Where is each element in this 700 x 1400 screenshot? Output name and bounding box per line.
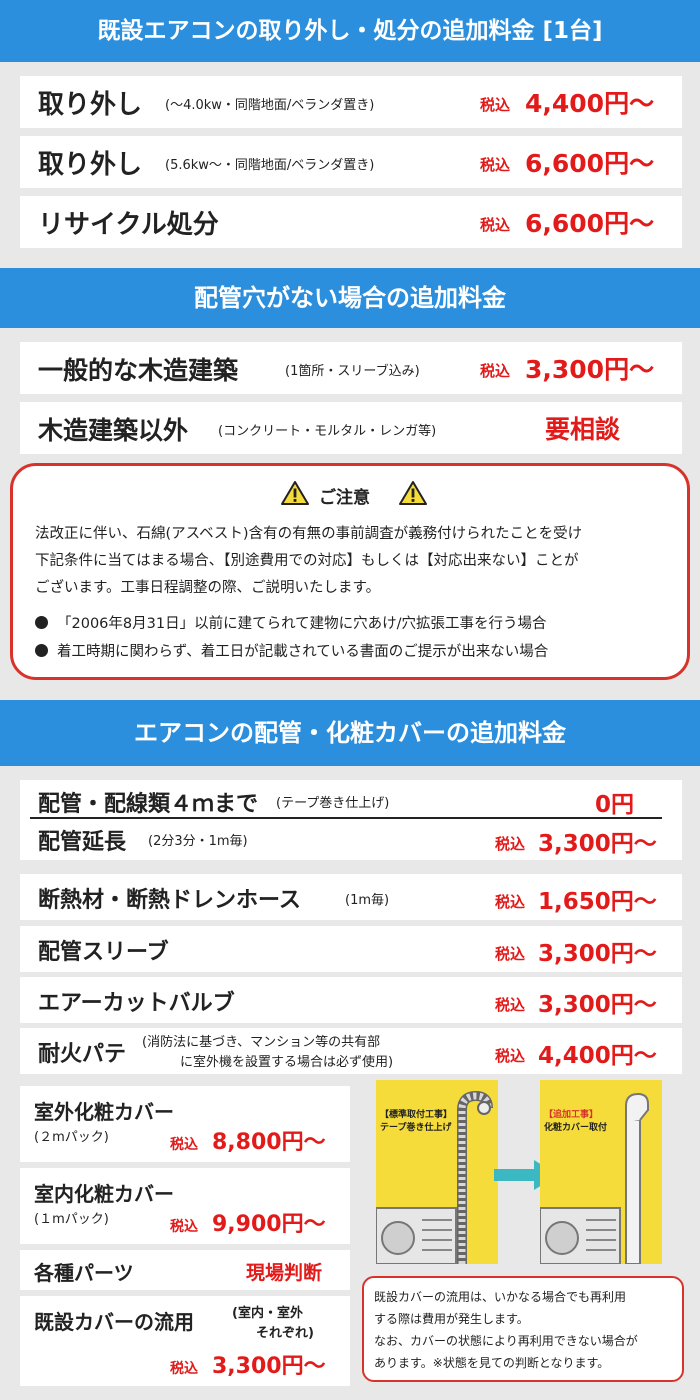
tax-label: 税込: [495, 893, 526, 911]
row-sub: (室内・室外: [232, 1306, 303, 1321]
row-sub: (5.6kw〜・同階地面/ベランダ置き): [165, 158, 375, 173]
tax-label: 税込: [170, 1361, 198, 1377]
insulation-row: 断熱材・断熱ドレンホース (1m毎) 税込 1,650円〜: [20, 874, 682, 920]
section2-title: 配管穴がない場合の追加料金: [194, 284, 506, 312]
consult-label: 要相談: [545, 415, 621, 444]
price: 4,400円〜: [538, 1043, 657, 1069]
parts-row: 各種パーツ 現場判断: [20, 1250, 350, 1290]
row-sub: それぞれ): [256, 1326, 314, 1341]
recycle-row: リサイクル処分 税込 6,600円〜: [20, 196, 682, 248]
notice-box: ご注意 法改正に伴い、石綿(アスベスト)含有の有無の事前調査が義務付けられたこと…: [10, 463, 690, 680]
row-sub: (1箇所・スリーブ込み): [285, 364, 420, 379]
section3-title: エアコンの配管・化粧カバーの追加料金: [134, 719, 566, 747]
note-line: する際は費用が発生します。: [374, 1312, 529, 1326]
row-label: 配管延長: [38, 830, 127, 855]
warning-icon: [399, 481, 427, 505]
row-label: リサイクル処分: [38, 210, 219, 240]
tax-label: 税込: [495, 1047, 526, 1065]
price: 3,300円〜: [525, 355, 655, 384]
price: 6,600円〜: [525, 149, 655, 178]
row-label: 配管・配線類４ｍまで: [38, 792, 259, 817]
tax-label: 税込: [495, 996, 526, 1014]
row-label: エアーカットバルブ: [38, 991, 235, 1016]
fireproof-row: 耐火パテ (消防法に基づき、マンション等の共有部 に室外機を設置する場合は必ず使…: [20, 1028, 682, 1074]
price: 6,600円〜: [525, 209, 655, 238]
aircut-row: エアーカットバルブ 税込 3,300円〜: [20, 977, 682, 1023]
row-sub: に室外機を設置する場合は必ず使用): [180, 1055, 394, 1070]
wood-row: 一般的な木造建築 (1箇所・スリーブ込み) 税込 3,300円〜: [20, 342, 682, 394]
row-sub: (消防法に基づき、マンション等の共有部: [142, 1035, 381, 1050]
reuse-note-box: 既設カバーの流用は、いかなる場合でも再利用 する際は費用が発生します。 なお、カ…: [362, 1276, 684, 1382]
notice-line: 法改正に伴い、石綿(アスベスト)含有の有無の事前調査が義務付けられたことを受け: [35, 526, 583, 542]
row-sub: (コンクリート・モルタル・レンガ等): [218, 424, 437, 439]
row-sub: (〜4.0kw・同階地面/ベランダ置き): [165, 98, 375, 113]
outdoor-cover-row: 室外化粧カバー (２mパック) 税込 8,800円〜: [20, 1086, 350, 1162]
tax-label: 税込: [170, 1219, 198, 1235]
section1-header: 既設エアコンの取り外し・処分の追加料金 [1台]: [0, 0, 700, 62]
tax-label: 税込: [495, 835, 526, 853]
price: 3,300円〜: [538, 941, 657, 967]
row-label: 室内化粧カバー: [34, 1182, 174, 1206]
row-label: 木造建築以外: [38, 416, 189, 445]
row-sub: (1m毎): [345, 893, 390, 908]
warning-icon: [281, 481, 309, 505]
tax-label: 税込: [480, 362, 511, 380]
tax-label: 税込: [495, 945, 526, 963]
section1-title: 既設エアコンの取り外し・処分の追加料金 [1台]: [97, 18, 603, 44]
row-label: 取り外し: [38, 150, 143, 180]
reuse-row: 既設カバーの流用 (室内・室外 それぞれ) 税込 3,300円〜: [20, 1296, 350, 1386]
cover-pipe-icon: [540, 1092, 649, 1264]
price: 3,300円〜: [538, 992, 657, 1018]
notice-title: ご注意: [319, 488, 370, 508]
notice-line: 下記条件に当てはまる場合、【別途費用での対応】もしくは【対応出来ない】ことが: [35, 553, 579, 569]
tax-label: 税込: [480, 216, 511, 234]
note-line: なお、カバーの状態により再利用できない場合が: [374, 1334, 638, 1348]
section3-header: エアコンの配管・化粧カバーの追加料金: [0, 700, 700, 766]
price: 4,400円〜: [525, 89, 655, 118]
note-line: あります。※状態を見ての判断となります。: [374, 1356, 610, 1370]
row-sub: (2分3分・1m毎): [148, 834, 248, 849]
cover-install-illustration: 【追加工事】 化粧カバー取付: [540, 1080, 662, 1264]
notice-line: ございます。工事日程調整の際、ご説明いたします。: [35, 580, 381, 596]
taped-pipe-icon: [376, 1090, 493, 1264]
row-sub: (２mパック): [34, 1130, 109, 1145]
bullet-icon: [35, 644, 48, 657]
pipe-base-row: 配管・配線類４ｍまで (テープ巻き仕上げ) 0円 配管延長 (2分3分・1m毎)…: [20, 780, 682, 860]
row-label: 各種パーツ: [34, 1261, 134, 1285]
tax-label: 税込: [480, 96, 511, 114]
indoor-cover-row: 室内化粧カバー (１mパック) 税込 9,900円〜: [20, 1168, 350, 1244]
row-sub: (１mパック): [34, 1212, 109, 1227]
section2-header: 配管穴がない場合の追加料金: [0, 268, 700, 328]
divider: [30, 817, 662, 819]
price: 1,650円〜: [538, 889, 657, 915]
tax-label: 税込: [480, 156, 511, 174]
row-label: 配管スリーブ: [38, 940, 169, 965]
tax-label: 税込: [170, 1137, 198, 1153]
removal-row-2: 取り外し (5.6kw〜・同階地面/ベランダ置き) 税込 6,600円〜: [20, 136, 682, 188]
note-line: 既設カバーの流用は、いかなる場合でも再利用: [374, 1290, 627, 1304]
price: 9,900円〜: [212, 1212, 326, 1237]
price: 現場判断: [246, 1262, 323, 1284]
row-label: 取り外し: [38, 90, 143, 120]
row-label: 既設カバーの流用: [34, 1310, 194, 1334]
row-label: 耐火パテ: [38, 1042, 127, 1067]
notice-bullet: 「2006年8月31日」以前に建てられて建物に穴あけ/穴拡張工事を行う場合: [57, 616, 547, 632]
price: 3,300円〜: [212, 1354, 326, 1379]
price: 8,800円〜: [212, 1130, 326, 1155]
removal-row-1: 取り外し (〜4.0kw・同階地面/ベランダ置き) 税込 4,400円〜: [20, 76, 682, 128]
row-sub: (テープ巻き仕上げ): [276, 796, 390, 811]
row-label: 断熱材・断熱ドレンホース: [38, 888, 301, 913]
row-label: 室外化粧カバー: [34, 1100, 174, 1124]
row-label: 一般的な木造建築: [38, 356, 239, 385]
price: 3,300円〜: [538, 831, 657, 857]
bullet-icon: [35, 616, 48, 629]
price: 0円: [595, 792, 635, 818]
sleeve-row: 配管スリーブ 税込 3,300円〜: [20, 926, 682, 972]
standard-install-illustration: 【標準取付工事】 テープ巻き仕上げ: [376, 1080, 498, 1264]
non-wood-row: 木造建築以外 (コンクリート・モルタル・レンガ等) 要相談: [20, 402, 682, 454]
notice-bullet: 着工時期に関わらず、着工日が記載されている書面のご提示が出来ない場合: [57, 644, 549, 660]
